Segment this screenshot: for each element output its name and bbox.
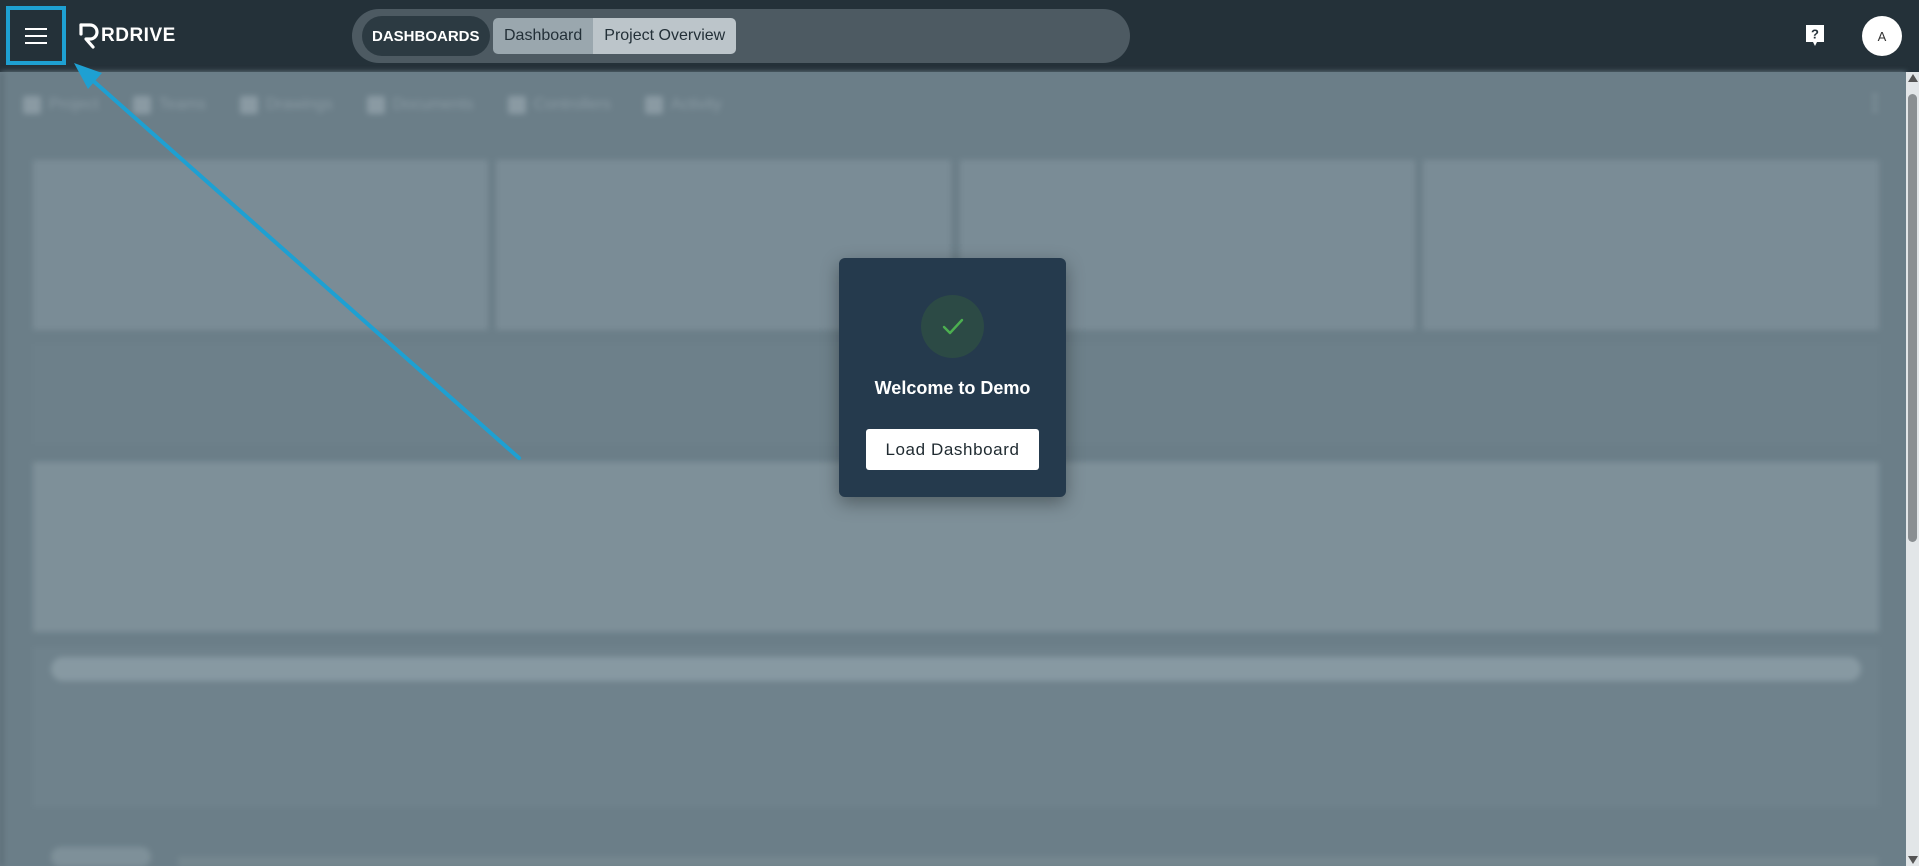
dashboard-nav-pill: DASHBOARDS Dashboard Project Overview (352, 9, 1130, 63)
help-icon[interactable]: ? (1804, 24, 1826, 48)
sub-navigation: Project Teams Drawings Documents Control… (23, 90, 722, 120)
controllers-icon (507, 96, 526, 114)
avatar[interactable]: A (1862, 16, 1902, 56)
top-bar: RDRIVE DASHBOARDS Dashboard Project Over… (0, 0, 1919, 72)
kpi-card (1423, 160, 1879, 330)
subnav-item-project: Project (23, 96, 99, 114)
breadcrumb: Dashboard Project Overview (493, 18, 737, 54)
success-badge (921, 295, 984, 358)
activity-icon (644, 96, 663, 114)
load-dashboard-button[interactable]: Load Dashboard (866, 429, 1039, 470)
documents-icon (366, 96, 385, 114)
svg-text:?: ? (1811, 27, 1819, 42)
project-icon (23, 96, 41, 114)
footer-chip (51, 847, 151, 866)
more-options-icon (1873, 94, 1878, 114)
check-icon (942, 318, 963, 334)
vertical-scrollbar[interactable] (1906, 72, 1919, 866)
scroll-up-arrow-icon[interactable] (1908, 74, 1918, 82)
welcome-modal: Welcome to Demo Load Dashboard (839, 258, 1066, 497)
kpi-card (33, 160, 488, 330)
scroll-down-arrow-icon[interactable] (1908, 856, 1918, 864)
subnav-item-controllers: Controllers (507, 96, 611, 114)
scroll-thumb[interactable] (1908, 94, 1917, 542)
logo[interactable]: RDRIVE (78, 22, 176, 50)
modal-title: Welcome to Demo (874, 378, 1031, 398)
subnav-item-activity: Activity (644, 96, 722, 114)
logo-icon (79, 23, 99, 49)
progress-track (51, 657, 1861, 681)
footer-line (178, 857, 1878, 866)
subnav-item-teams: Teams (132, 96, 206, 114)
subnav-item-drawings: Drawings (239, 96, 333, 114)
drawings-icon (239, 96, 258, 114)
logo-text: RDRIVE (101, 25, 176, 46)
subnav-item-documents: Documents (366, 96, 474, 114)
lower-panel (33, 647, 1879, 807)
hamburger-icon (25, 27, 47, 44)
teams-icon (132, 96, 151, 114)
dashboards-label[interactable]: DASHBOARDS (362, 16, 490, 56)
breadcrumb-project-overview[interactable]: Project Overview (593, 18, 737, 54)
hamburger-menu-button[interactable] (6, 6, 66, 65)
breadcrumb-dashboard[interactable]: Dashboard (493, 18, 594, 54)
